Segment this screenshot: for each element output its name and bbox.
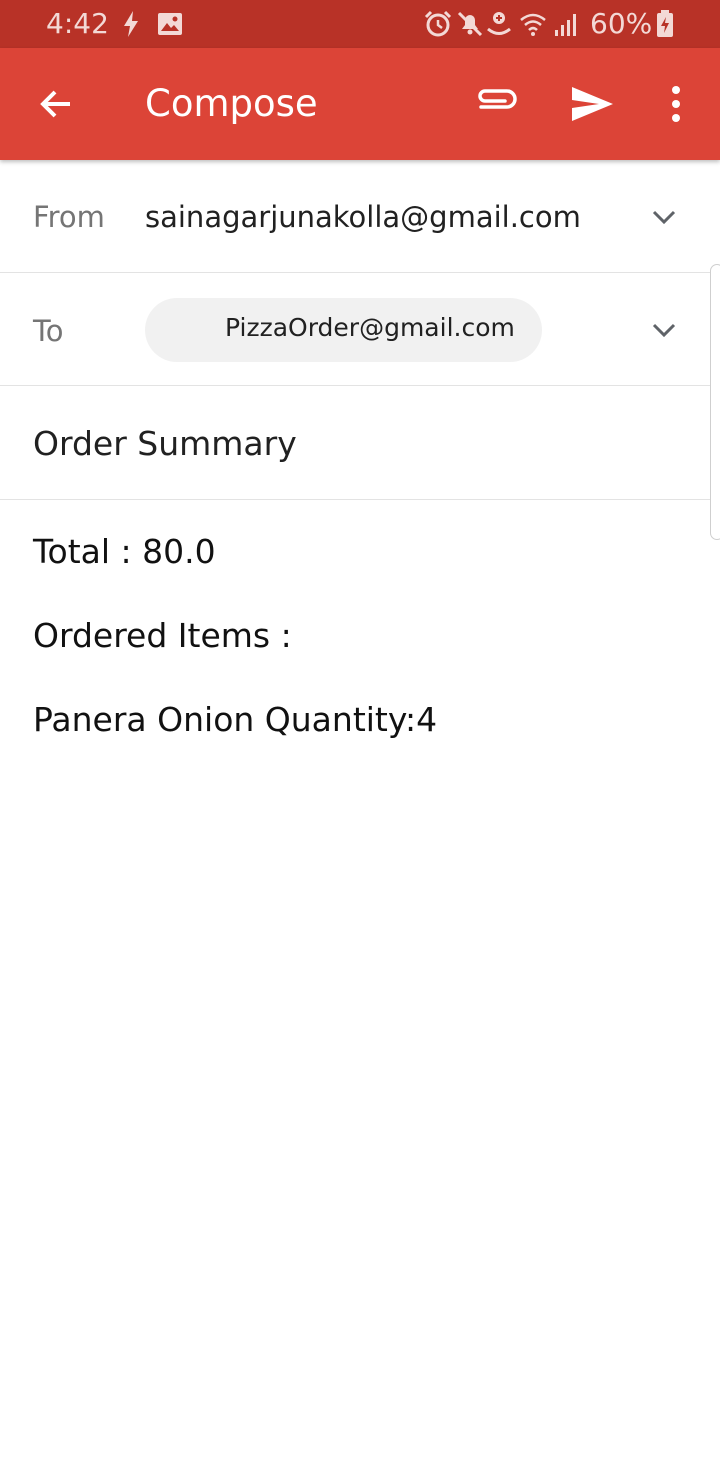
flash-icon xyxy=(124,11,138,37)
more-vert-icon xyxy=(672,86,680,122)
body-line-item: Panera Onion Quantity:4 xyxy=(33,700,438,739)
alarm-icon xyxy=(424,10,452,37)
wifi-icon xyxy=(520,13,546,36)
from-account[interactable]: sainagarjunakolla@gmail.com xyxy=(145,200,581,234)
status-time: 4:42 xyxy=(46,7,109,40)
chevron-down-icon[interactable] xyxy=(650,316,678,344)
page-title: Compose xyxy=(145,82,318,125)
to-label: To xyxy=(33,314,64,348)
from-row[interactable]: From sainagarjunakolla@gmail.com xyxy=(0,160,720,273)
battery-percent: 60% xyxy=(590,7,653,40)
chevron-down-icon[interactable] xyxy=(650,203,678,231)
hotspot-icon xyxy=(487,12,511,35)
recipient-chip[interactable]: PizzaOrder@gmail.com xyxy=(145,298,542,362)
subject-field[interactable]: Order Summary xyxy=(33,424,297,463)
signal-icon xyxy=(555,14,576,36)
edge-panel-handle[interactable] xyxy=(710,264,720,540)
body-line-ordered-items: Ordered Items : xyxy=(33,616,292,655)
send-icon xyxy=(572,87,613,121)
to-row[interactable]: To PizzaOrder@gmail.com xyxy=(0,273,720,386)
attach-icon xyxy=(478,89,517,109)
app-bar: Compose xyxy=(0,48,720,160)
battery-charging-icon xyxy=(657,10,673,37)
send-button[interactable] xyxy=(560,72,624,136)
back-button[interactable] xyxy=(24,72,88,136)
back-arrow-icon xyxy=(40,90,70,118)
recipient-chip-label: PizzaOrder@gmail.com xyxy=(225,313,515,342)
body-line-total: Total : 80.0 xyxy=(33,532,216,571)
attach-button[interactable] xyxy=(464,72,528,136)
image-icon xyxy=(158,13,182,35)
more-options-button[interactable] xyxy=(644,72,708,136)
mute-icon xyxy=(457,11,483,37)
from-label: From xyxy=(33,200,105,234)
status-bar: 4:42 60% xyxy=(0,0,720,48)
